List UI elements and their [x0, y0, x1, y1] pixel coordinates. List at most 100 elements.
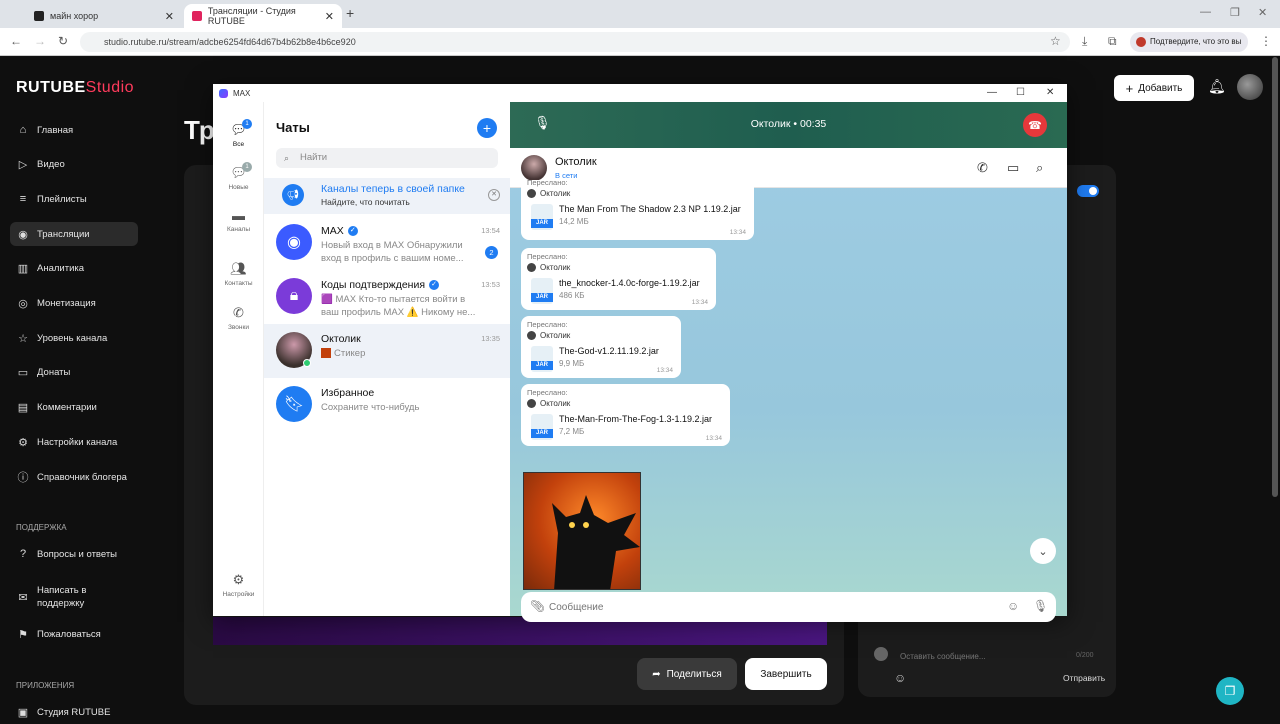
end-stream-button[interactable]: Завершить	[745, 658, 827, 690]
voice-message-icon[interactable]: 🎙︎	[1033, 599, 1048, 613]
sidebar-item[interactable]: ▥ Аналитика	[10, 257, 138, 281]
folder-all[interactable]: 💬︎ Все 1	[213, 119, 264, 148]
url-field[interactable]: studio.rutube.ru/stream/adcbe6254fd64d67…	[80, 32, 1070, 52]
message-composer: 📎︎ ☺ 🎙︎	[521, 592, 1056, 622]
promo-banner[interactable]: 📢︎ Каналы теперь в своей папке Найдите, …	[264, 178, 510, 214]
call-info: Октолик • 00:35	[510, 118, 1067, 130]
sticker-thumb-icon	[321, 348, 331, 359]
new-tab-icon[interactable]: +	[346, 5, 354, 21]
message-file[interactable]: Переслано: Октолик JAR the_knocker-1.4.0…	[521, 248, 716, 310]
max-titlebar[interactable]: MAX — ☐ ✕	[213, 84, 1067, 102]
active-call-bar[interactable]: 🎙︎ Октолик • 00:35 ☎	[510, 102, 1067, 148]
chat-item-oktolik[interactable]: Октолик 13:35 Стикер	[264, 324, 510, 378]
file-name: The-God-v1.2.11.19.2.jar	[559, 346, 659, 356]
maximize-icon[interactable]: ☐	[1016, 87, 1025, 98]
browser-tab-active[interactable]: Трансляции - Студия RUTUBE ✕	[184, 4, 342, 28]
forwarded-from: Октолик	[527, 189, 570, 198]
gear-icon: ⚙	[232, 572, 245, 587]
close-promo-icon[interactable]: ✕	[488, 189, 500, 201]
forwarded-label: Переслано:	[527, 178, 568, 187]
help-chat-icon[interactable]: ❐	[1216, 677, 1244, 705]
message-time: 13:34	[691, 299, 708, 306]
phone-icon: ✆	[233, 305, 244, 320]
rutube-logo[interactable]: RUTUBEStudio	[16, 79, 134, 97]
sidebar-item-report[interactable]: ⚑ Пожаловаться	[10, 622, 138, 646]
bell-icon[interactable]: 🔔︎	[1208, 78, 1226, 95]
scroll-down-button[interactable]: ⌄	[1030, 538, 1056, 564]
bookmark-icon: 🔖︎	[276, 386, 312, 422]
message-file[interactable]: Переслано: Октолик JAR The-God-v1.2.11.1…	[521, 316, 681, 378]
sidebar-item[interactable]: ⚙ Настройки канала	[10, 430, 138, 454]
browser-tab[interactable]: майн хорор ✕	[26, 4, 182, 28]
avatar[interactable]	[1237, 74, 1263, 100]
message-file[interactable]: Переслано: Октолик JAR The Man From The …	[521, 178, 754, 240]
close-icon[interactable]: ✕	[1046, 87, 1054, 98]
close-window-icon[interactable]: ✕	[1258, 6, 1267, 19]
add-button[interactable]: + Добавить	[1114, 75, 1194, 101]
sidebar-item-label: Написать в поддержку	[37, 585, 87, 609]
phone-icon[interactable]: ✆	[977, 160, 988, 176]
sidebar-item[interactable]: ◉ Трансляции	[10, 222, 138, 247]
sticker-image[interactable]	[523, 472, 641, 590]
settings-button[interactable]: ⚙ Настройки	[213, 572, 264, 598]
contact-name[interactable]: Октолик	[555, 156, 597, 168]
folder-label: Контакты	[224, 280, 253, 287]
chat-name: Октолик	[321, 333, 361, 345]
max-logo-icon	[219, 89, 228, 98]
toggle-switch[interactable]	[1077, 185, 1099, 197]
avatar	[527, 189, 536, 198]
sticker-icon[interactable]: ☺	[1007, 599, 1019, 613]
sidebar-item[interactable]: ▭ Донаты	[10, 361, 138, 385]
folder-contacts[interactable]: 👥︎ Контакты	[213, 261, 264, 287]
profile-confirm-pill[interactable]: Подтвердите, что это вы	[1130, 32, 1248, 52]
folder-label: Новые	[228, 184, 249, 191]
sidebar-item[interactable]: ▷ Видео	[10, 153, 138, 177]
extensions-icon[interactable]: ⧉	[1108, 34, 1117, 49]
close-tab-icon[interactable]: ✕	[165, 10, 174, 23]
chat-item-favorites[interactable]: 🔖︎ Избранное Сохраните что-нибудь	[264, 378, 510, 432]
sidebar-item[interactable]: ▤ Комментарии	[10, 396, 138, 420]
chat-message-input[interactable]: Оставить сообщение...	[900, 652, 986, 661]
donate-icon: ▭	[17, 367, 29, 380]
back-icon[interactable]: ←	[10, 34, 22, 48]
minimize-icon[interactable]: —	[1200, 6, 1211, 18]
search-input[interactable]: ⌕ Найти	[276, 148, 498, 168]
close-tab-icon[interactable]: ✕	[325, 10, 334, 23]
search-icon[interactable]: ⌕	[1036, 160, 1043, 176]
message-file[interactable]: Переслано: Октолик JAR The-Man-From-The-…	[521, 384, 730, 446]
sidebar-item-studio-app[interactable]: ▣ Студия RUTUBE	[10, 700, 138, 724]
sidebar-item[interactable]: ⌂ Главная	[10, 118, 138, 142]
maximize-icon[interactable]: ❐	[1230, 6, 1240, 19]
scrollbar[interactable]	[1272, 57, 1278, 497]
hangup-button[interactable]: ☎	[1023, 113, 1047, 137]
money-icon: ◎	[18, 298, 28, 310]
verified-icon: ✓	[429, 280, 440, 290]
reload-icon[interactable]: ↻	[58, 34, 68, 48]
conversation-panel: 🎙︎ Октолик • 00:35 ☎ Октолик В сети ✆ ▭ …	[510, 102, 1067, 622]
folder-new[interactable]: 💬︎ Новые 1	[213, 162, 264, 191]
download-icon[interactable]: ⤓	[1082, 34, 1087, 49]
sidebar-item[interactable]: ☆ Уровень канала	[10, 326, 138, 350]
send-button[interactable]: Отправить	[1063, 673, 1105, 683]
folder-channels[interactable]: ▬ Каналы	[213, 208, 264, 233]
new-chat-button[interactable]: +	[477, 118, 497, 138]
message-input[interactable]	[549, 597, 989, 617]
sidebar-item-faq[interactable]: ? Вопросы и ответы	[10, 542, 138, 566]
sidebar-item[interactable]: ◎ Монетизация	[10, 292, 138, 316]
chat-item-max[interactable]: ◉ MAX ✓ 13:54 Новый вход в MAX Обнаружили…	[264, 216, 510, 270]
folder-calls[interactable]: ✆ Звонки	[213, 305, 264, 331]
emoji-icon[interactable]: ☺	[894, 671, 906, 685]
minimize-icon[interactable]: —	[987, 87, 997, 98]
share-button[interactable]: ➦ Поделиться	[637, 658, 737, 690]
attach-icon[interactable]: 📎︎	[530, 599, 545, 613]
sidebar-item[interactable]: ⓘ Справочник блогера	[10, 465, 138, 489]
sidebar-item[interactable]: ≡ Плейлисты	[10, 187, 138, 211]
sidebar-item-write-support[interactable]: ✉ Написать в поддержку	[10, 580, 138, 614]
avatar	[527, 399, 536, 408]
menu-dots-icon[interactable]: ⋮	[1260, 34, 1272, 48]
forward-icon[interactable]: →	[34, 34, 46, 48]
folder-label: Все	[232, 141, 245, 148]
bookmark-star-icon[interactable]: ☆	[1050, 34, 1061, 48]
chat-item-codes[interactable]: 🔒︎ Коды подтверждения ✓ 13:53 🟪 MAX Кто-т…	[264, 270, 510, 324]
video-call-icon[interactable]: ▭	[1007, 160, 1019, 176]
